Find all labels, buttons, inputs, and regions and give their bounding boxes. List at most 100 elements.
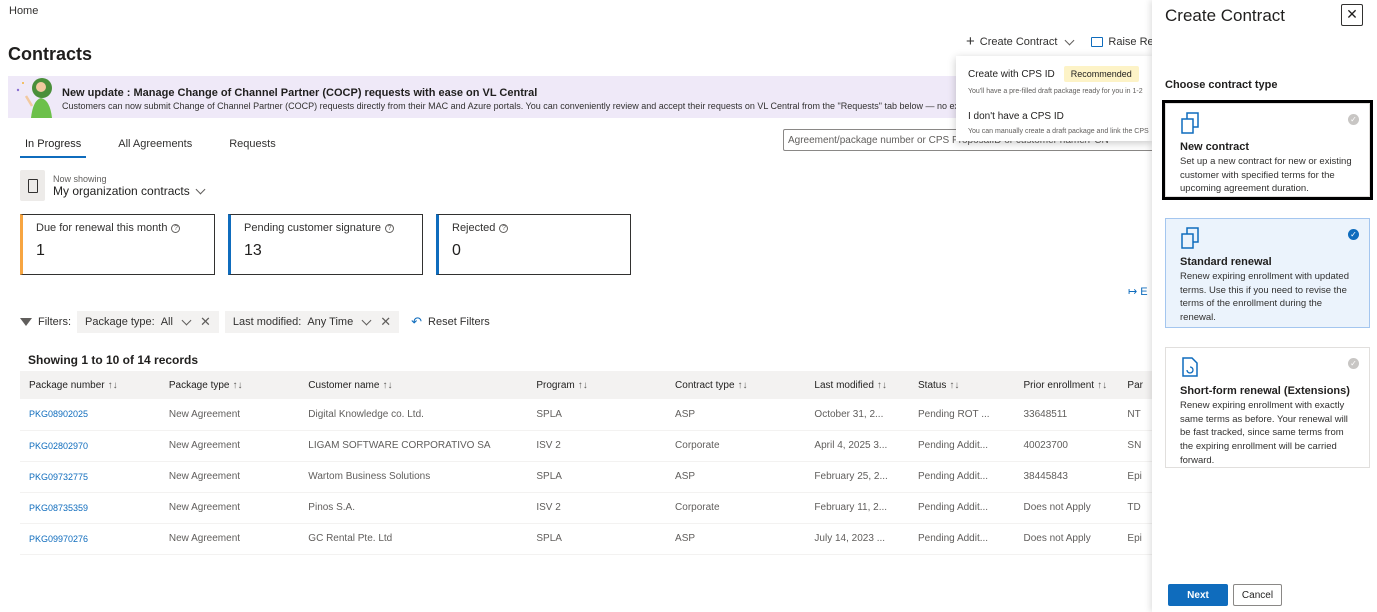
help-icon[interactable]: ? xyxy=(171,223,181,233)
close-icon[interactable]: ✕ xyxy=(380,314,391,330)
now-showing-selector[interactable]: Now showing My organization contracts xyxy=(20,170,206,201)
column-header[interactable]: Package number ↑↓ xyxy=(20,371,160,399)
package-number-link[interactable]: PKG02802970 xyxy=(20,430,160,462)
panel-title: Create Contract xyxy=(1165,6,1285,25)
package-type-filter[interactable]: Package type: All ✕ xyxy=(77,311,219,333)
last-modified-filter[interactable]: Last modified: Any Time ✕ xyxy=(224,311,400,333)
menu-item-row: Create with CPS ID Recommended xyxy=(968,66,1140,82)
column-header[interactable]: Program ↑↓ xyxy=(527,371,667,399)
sort-icon: ↑↓ xyxy=(737,379,748,391)
create-contract-panel: Create Contract ✕ Choose contract type ✓… xyxy=(1152,0,1377,612)
export-button[interactable]: ↦ E xyxy=(1128,285,1148,298)
option-title: Standard renewal xyxy=(1180,256,1272,268)
column-header[interactable]: Last modified ↑↓ xyxy=(805,371,910,399)
sort-icon: ↑↓ xyxy=(577,379,588,391)
filter-icon xyxy=(20,318,32,326)
menu-item-no-cps[interactable]: I don't have a CPS ID You can manually c… xyxy=(968,111,1149,135)
package-number-link[interactable]: PKG09732775 xyxy=(20,461,160,493)
table-row[interactable]: PKG09970276 New Agreement GC Rental Pte. L… xyxy=(20,523,1152,555)
table-cell: Pending ROT ... xyxy=(909,399,1015,431)
check-icon: ✓ xyxy=(1348,358,1359,369)
table-cell: Pending Addit... xyxy=(909,492,1015,524)
column-header[interactable]: Par xyxy=(1118,371,1152,399)
table-cell: TD xyxy=(1118,492,1152,524)
option-title: New contract xyxy=(1180,141,1250,153)
help-icon[interactable]: ? xyxy=(499,223,509,233)
table-cell: Does not Apply xyxy=(1014,523,1119,555)
pending-signature-card[interactable]: Pending customer signature ? 13 xyxy=(228,214,423,275)
rejected-card[interactable]: Rejected ? 0 xyxy=(436,214,631,275)
sort-icon: ↑↓ xyxy=(382,379,393,391)
chevron-down-icon xyxy=(181,315,192,326)
package-number-link[interactable]: PKG08735359 xyxy=(20,492,160,524)
menu-item-label: Create with CPS ID xyxy=(968,68,1055,80)
column-header[interactable]: Contract type ↑↓ xyxy=(666,371,806,399)
reset-filters-button[interactable]: ↶ Reset Filters xyxy=(411,314,490,330)
help-icon[interactable]: ? xyxy=(384,223,394,233)
tab-requests[interactable]: Requests xyxy=(224,137,280,158)
package-number-link[interactable]: PKG09970276 xyxy=(20,523,160,555)
table-cell: SN xyxy=(1118,430,1152,462)
table-row[interactable]: PKG02802970 New Agreement LIGAM SOFTWARE C… xyxy=(20,430,1152,462)
records-count: Showing 1 to 10 of 14 records xyxy=(28,353,199,367)
column-header[interactable]: Prior enrollment ↑↓ xyxy=(1014,371,1119,399)
table-cell: Epi xyxy=(1118,523,1152,555)
card-label-row: Pending customer signature ? xyxy=(244,222,409,234)
banner-title: New update : Manage Change of Channel Pa… xyxy=(62,87,538,99)
table-cell: New Agreement xyxy=(159,523,300,555)
table-cell: October 31, 2... xyxy=(805,399,910,431)
banner-text: Customers can now submit Change of Chann… xyxy=(62,101,994,111)
card-value: 0 xyxy=(452,242,461,259)
option-new-contract[interactable]: ✓ New contract Set up a new contract for… xyxy=(1162,100,1373,200)
table-cell: New Agreement xyxy=(159,430,300,462)
table-cell: Wartom Business Solutions xyxy=(299,461,528,493)
table-cell: LIGAM SOFTWARE CORPORATIVO SA xyxy=(299,430,528,462)
header-label: Package number xyxy=(29,379,105,391)
menu-item-create-with-cps[interactable]: Create with CPS ID Recommended You'll ha… xyxy=(968,66,1143,95)
card-label: Due for renewal this month xyxy=(36,222,168,234)
table-row[interactable]: PKG08902025 New Agreement Digital Knowledg… xyxy=(20,399,1152,431)
contracts-page: Home Contracts + Create Contract Raise R… xyxy=(0,0,1152,612)
table-cell: Digital Knowledge co. Ltd. xyxy=(299,399,528,431)
column-header[interactable]: Customer name ↑↓ xyxy=(299,371,528,399)
due-renewal-card[interactable]: Due for renewal this month ? 1 xyxy=(20,214,215,275)
create-contract-button[interactable]: + Create Contract xyxy=(966,34,1075,49)
document-sync-icon xyxy=(1182,357,1198,377)
chevron-down-icon xyxy=(195,184,206,194)
chevron-down-icon xyxy=(1064,35,1075,45)
card-value: 1 xyxy=(36,242,45,259)
close-icon[interactable]: ✕ xyxy=(200,314,211,330)
card-label: Pending customer signature xyxy=(244,222,381,234)
create-contract-label: Create Contract xyxy=(979,35,1058,48)
contracts-table: Package number ↑↓ Package type ↑↓ Customer… xyxy=(20,371,1152,555)
table-cell: GC Rental Pte. Ltd xyxy=(299,523,528,555)
table-cell: SPLA xyxy=(527,523,667,555)
tab-all-agreements[interactable]: All Agreements xyxy=(113,137,197,158)
next-button[interactable]: Next xyxy=(1168,584,1228,606)
check-icon: ✓ xyxy=(1348,114,1359,125)
table-cell: 40023700 xyxy=(1014,430,1119,462)
column-header[interactable]: Status ↑↓ xyxy=(909,371,1015,399)
cancel-button[interactable]: Cancel xyxy=(1233,584,1282,606)
raise-request-button[interactable]: Raise Requ xyxy=(1091,36,1152,48)
option-short-form-renewal[interactable]: ✓ Short-form renewal (Extensions) Renew … xyxy=(1165,347,1370,468)
table-cell: ISV 2 xyxy=(527,430,667,462)
table-cell: ASP xyxy=(666,399,806,431)
tab-in-progress[interactable]: In Progress xyxy=(20,137,87,158)
table-row[interactable]: PKG08735359 New Agreement Pinos S.A. ISV 2C… xyxy=(20,492,1152,524)
header-label: Program xyxy=(536,379,575,391)
table-row[interactable]: PKG09732775 New Agreement Wartom Business … xyxy=(20,461,1152,493)
package-number-link[interactable]: PKG08902025 xyxy=(20,399,160,431)
table-cell: ASP xyxy=(666,461,806,493)
tab-bar: In Progress All Agreements Requests xyxy=(20,137,281,158)
document-icon-box xyxy=(20,170,45,201)
person-illustration-icon xyxy=(16,78,52,118)
breadcrumb[interactable]: Home xyxy=(9,5,38,17)
close-icon[interactable]: ✕ xyxy=(1341,4,1363,26)
now-showing-value: My organization contracts xyxy=(53,183,190,198)
column-header[interactable]: Package type ↑↓ xyxy=(159,371,300,399)
sort-icon: ↑↓ xyxy=(232,379,243,391)
table-cell: Pinos S.A. xyxy=(299,492,528,524)
sort-icon: ↑↓ xyxy=(107,379,118,391)
option-standard-renewal[interactable]: ✓ Standard renewal Renew expiring enroll… xyxy=(1165,218,1370,328)
